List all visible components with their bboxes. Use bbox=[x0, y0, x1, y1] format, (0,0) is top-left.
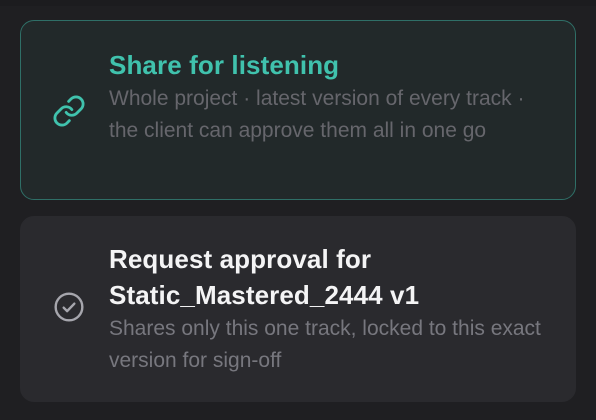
check-circle-icon bbox=[51, 289, 87, 325]
panel-top-edge bbox=[0, 0, 596, 6]
approval-option-title: Request approval for Static_Mastered_244… bbox=[109, 244, 420, 310]
share-options-panel: Share for listening Whole project · late… bbox=[0, 0, 596, 420]
approval-option-text: Request approval for Static_Mastered_244… bbox=[109, 241, 551, 377]
share-option-text: Share for listening Whole project · late… bbox=[109, 47, 551, 147]
share-option-title: Share for listening bbox=[109, 50, 340, 80]
request-approval-option[interactable]: Request approval for Static_Mastered_244… bbox=[20, 216, 576, 402]
share-for-listening-option[interactable]: Share for listening Whole project · late… bbox=[20, 20, 576, 200]
link-icon bbox=[51, 93, 87, 129]
approval-option-description: Shares only this one track, locked to th… bbox=[109, 317, 541, 372]
share-option-description: Whole project · latest version of every … bbox=[109, 87, 525, 142]
